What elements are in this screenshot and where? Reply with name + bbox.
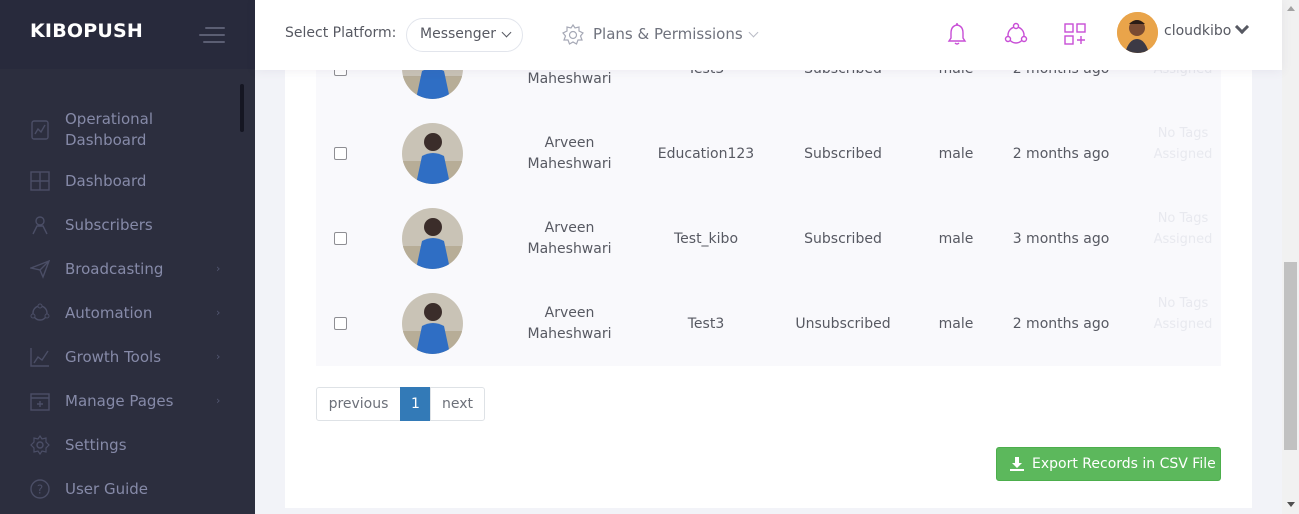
platform-label: Select Platform: (285, 25, 397, 41)
subscriber-avatar[interactable] (402, 123, 463, 184)
platform-select[interactable]: Messenger (406, 18, 523, 52)
page-scrollbar[interactable] (1282, 0, 1299, 514)
user-avatar[interactable] (1117, 12, 1158, 53)
tags-text: No Tags Assigned (1153, 296, 1213, 332)
user-name[interactable]: cloudkibo (1164, 23, 1231, 39)
subscriber-name: Arveen Maheshwari (527, 135, 612, 172)
dashboard-icon (30, 171, 50, 191)
gender-text: male (938, 316, 974, 332)
subscriber-name: Arveen Maheshwari (527, 220, 612, 257)
row-checkbox[interactable] (334, 317, 347, 330)
bell-icon[interactable] (945, 22, 969, 46)
tags-text: No Tags Assigned (1153, 126, 1213, 162)
download-icon (1010, 457, 1024, 471)
chevron-down-icon[interactable] (748, 27, 759, 38)
next-page-button[interactable]: next (430, 387, 485, 421)
sidebar-item-manage-pages[interactable]: Manage Pages › (0, 381, 255, 421)
chevron-down-icon[interactable] (1234, 19, 1250, 35)
plans-permissions-menu[interactable]: Plans & Permissions (593, 25, 743, 43)
page-name: Test3 (687, 316, 725, 332)
sidebar-item-automation[interactable]: Automation › (0, 293, 255, 333)
gender-text: male (938, 231, 974, 247)
table-row: Arveen Maheshwari Test3 Unsubscribed mal… (316, 281, 1221, 366)
sidebar-item-operational-dashboard[interactable]: Operational Dashboard (0, 107, 255, 151)
apps-icon[interactable] (1063, 22, 1087, 46)
brand-bar: KIBOPUSH (0, 0, 255, 69)
scroll-down-arrow-icon[interactable] (1287, 502, 1295, 507)
sidebar-item-settings[interactable]: Settings (0, 425, 255, 465)
platform-value: Messenger (420, 26, 497, 42)
scrollbar-thumb[interactable] (1284, 262, 1297, 450)
scroll-up-arrow-icon[interactable] (1287, 6, 1295, 11)
sidebar-item-label: Dashboard (65, 172, 147, 190)
row-checkbox[interactable] (334, 147, 347, 160)
tags-text: No Tags Assigned (1153, 211, 1213, 247)
previous-page-button[interactable]: previous (316, 387, 401, 421)
export-csv-label: Export Records in CSV File (1032, 456, 1216, 472)
page-1-button[interactable]: 1 (400, 387, 431, 421)
paper-plane-icon (30, 259, 50, 279)
subscribed-date: 2 months ago (1012, 146, 1110, 162)
table-row: Arveen Maheshwari Education123 Subscribe… (316, 111, 1221, 196)
sidebar-item-label: User Guide (65, 480, 149, 498)
page-name: Education123 (657, 146, 755, 162)
subscribed-date: 2 months ago (1012, 316, 1110, 332)
row-checkbox[interactable] (334, 232, 347, 245)
pages-icon (30, 393, 50, 411)
status-text: Subscribed (804, 146, 882, 162)
sidebar-item-label: Manage Pages (65, 392, 174, 410)
chevron-right-icon: › (216, 350, 221, 363)
sidebar-item-subscribers[interactable]: Subscribers (0, 205, 255, 245)
table-row: Arveen Maheshwari Test_kibo Subscribed m… (316, 196, 1221, 281)
sidebar-item-label: Subscribers (65, 216, 153, 234)
status-text: Unsubscribed (795, 316, 891, 332)
chevron-down-icon (501, 27, 512, 38)
status-text: Subscribed (804, 231, 882, 247)
top-header: Select Platform: Messenger Plans & Permi… (255, 0, 1282, 70)
subscriber-avatar[interactable] (402, 293, 463, 354)
sidebar-item-label: Settings (65, 436, 127, 454)
subscriber-name: Arveen Maheshwari (527, 305, 612, 342)
page-name: Test_kibo (673, 231, 739, 247)
growth-chart-icon (30, 348, 49, 367)
connections-icon[interactable] (1004, 22, 1028, 46)
subscribed-date: 3 months ago (1012, 231, 1110, 247)
sidebar-item-label: Broadcasting (65, 260, 164, 278)
chevron-right-icon: › (216, 306, 221, 319)
sidebar-item-user-guide[interactable]: ? User Guide (0, 469, 255, 509)
subscriber-avatar[interactable] (402, 208, 463, 269)
svg-text:?: ? (37, 483, 43, 497)
sidebar-item-broadcasting[interactable]: Broadcasting › (0, 249, 255, 289)
sidebar-item-label: Automation (65, 304, 153, 322)
sidebar: KIBOPUSH Operational Dashboard Dashboard… (0, 0, 255, 514)
sidebar-item-label: Operational Dashboard (65, 110, 154, 149)
gender-text: male (938, 146, 974, 162)
question-icon: ? (30, 479, 50, 499)
sidebar-item-label: Growth Tools (65, 348, 162, 366)
hamburger-menu-icon[interactable] (199, 27, 225, 45)
sidebar-item-dashboard[interactable]: Dashboard (0, 161, 255, 201)
automation-icon (30, 303, 50, 321)
chevron-right-icon: › (216, 262, 221, 275)
user-icon (32, 216, 48, 235)
chart-icon (31, 120, 49, 140)
gear-icon (30, 435, 50, 455)
export-csv-button[interactable]: Export Records in CSV File (996, 447, 1221, 481)
gear-icon[interactable] (562, 24, 584, 46)
pagination: previous 1 next (316, 387, 485, 421)
sidebar-item-growth-tools[interactable]: Growth Tools › (0, 337, 255, 377)
chevron-right-icon: › (216, 394, 221, 407)
brand-logo[interactable]: KIBOPUSH (30, 20, 143, 42)
